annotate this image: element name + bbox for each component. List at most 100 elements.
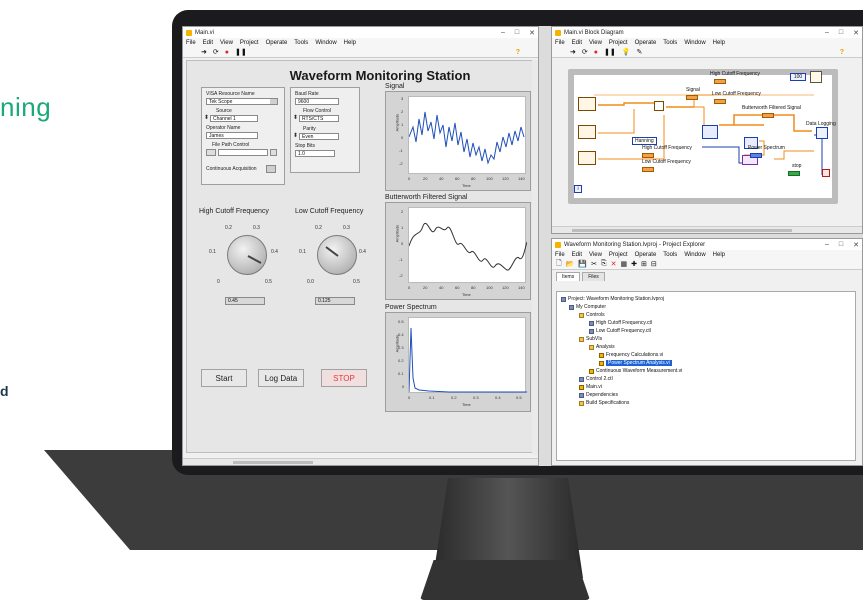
open-icon[interactable]: 📂 bbox=[566, 260, 575, 268]
help-icon[interactable]: ? bbox=[516, 49, 520, 56]
high-cutoff-local[interactable] bbox=[642, 153, 654, 158]
wait-constant[interactable]: 100 bbox=[790, 73, 806, 81]
minimize-icon[interactable]: – bbox=[825, 241, 829, 249]
parity-stepper-icon[interactable]: ⬍ bbox=[293, 132, 298, 139]
wait-ms-icon[interactable] bbox=[810, 71, 822, 83]
parity-field[interactable]: Even bbox=[299, 133, 339, 140]
continuous-toggle[interactable] bbox=[266, 165, 276, 173]
tab-items[interactable]: Items bbox=[556, 272, 581, 281]
tree-item-analysis[interactable]: Analysis bbox=[589, 344, 615, 350]
minimize-icon[interactable]: – bbox=[501, 29, 505, 37]
tree-item-continuous-waveform[interactable]: Continuous Waveform Measurement.vi bbox=[589, 368, 682, 374]
copy-icon[interactable]: ⎘ bbox=[601, 260, 607, 268]
tree-item-main-vi[interactable]: Main.vi bbox=[579, 384, 602, 390]
flow-control-field[interactable]: RTS/CTS bbox=[299, 115, 339, 122]
flow-stepper-icon[interactable]: ⬍ bbox=[293, 114, 298, 121]
chevron-down-icon[interactable] bbox=[270, 99, 277, 104]
scroll-thumb[interactable] bbox=[233, 461, 313, 464]
close-icon[interactable]: ✕ bbox=[853, 241, 859, 249]
menu-edit[interactable]: Edit bbox=[572, 252, 582, 258]
minimize-icon[interactable]: – bbox=[825, 29, 829, 37]
maximize-icon[interactable]: □ bbox=[839, 241, 843, 249]
horizontal-scrollbar[interactable] bbox=[552, 226, 862, 233]
signal-terminal[interactable] bbox=[686, 95, 698, 100]
tree-item-power-spectrum[interactable]: Power Spectrum Analysis.vi bbox=[599, 360, 672, 366]
abort-icon[interactable]: ● bbox=[594, 49, 598, 56]
pause-icon[interactable]: ❚❚ bbox=[235, 48, 247, 56]
menu-file[interactable]: File bbox=[555, 252, 565, 258]
low-cutoff-value[interactable]: 0.125 bbox=[315, 297, 355, 305]
build-waveform-node[interactable] bbox=[654, 101, 664, 111]
block-diagram-titlebar[interactable]: Main.vi Block Diagram – □ ✕ bbox=[552, 27, 862, 38]
menu-tools[interactable]: Tools bbox=[663, 252, 677, 258]
data-logging-node[interactable] bbox=[816, 127, 828, 139]
maximize-icon[interactable]: □ bbox=[515, 29, 519, 37]
baud-rate-field[interactable]: 9600 bbox=[295, 98, 339, 105]
tree-item-dependencies[interactable]: Dependencies bbox=[579, 392, 618, 398]
browse-icon[interactable] bbox=[206, 149, 216, 156]
tree-item-my-computer[interactable]: My Computer bbox=[569, 304, 606, 310]
tree-item-build-specs[interactable]: Build Specifications bbox=[579, 400, 629, 406]
tree-item-subvis[interactable]: SubVIs bbox=[579, 336, 602, 342]
save-all-icon[interactable]: 💾 bbox=[578, 260, 587, 268]
tree-item-project[interactable]: Project: Waveform Monitoring Station.lvp… bbox=[561, 296, 664, 302]
menu-window[interactable]: Window bbox=[684, 252, 705, 258]
high-cutoff-value[interactable]: 0.45 bbox=[225, 297, 265, 305]
visa-resource-select[interactable]: Tek Scope bbox=[206, 98, 278, 105]
tree-item-controls[interactable]: Controls bbox=[579, 312, 605, 318]
menu-operate[interactable]: Operate bbox=[635, 40, 657, 46]
front-panel-titlebar[interactable]: Main.vi – □ ✕ bbox=[183, 27, 538, 38]
stop-terminal[interactable] bbox=[788, 171, 800, 176]
run-arrow-icon[interactable]: ➜ bbox=[201, 48, 207, 56]
menu-view[interactable]: View bbox=[589, 40, 602, 46]
run-continuous-icon[interactable]: ⟳ bbox=[213, 48, 219, 56]
collapse-icon[interactable]: ⊟ bbox=[651, 260, 657, 268]
maximize-icon[interactable]: □ bbox=[839, 29, 843, 37]
close-icon[interactable]: ✕ bbox=[529, 29, 535, 37]
menu-help[interactable]: Help bbox=[344, 40, 356, 46]
new-icon[interactable]: 🗋 bbox=[556, 259, 562, 270]
menu-window[interactable]: Window bbox=[684, 40, 705, 46]
menu-help[interactable]: Help bbox=[713, 40, 725, 46]
butterworth-terminal[interactable] bbox=[762, 113, 774, 118]
channel-config-node[interactable] bbox=[578, 151, 596, 165]
menu-project[interactable]: Project bbox=[609, 40, 628, 46]
highlight-execution-icon[interactable]: 💡 bbox=[622, 48, 631, 56]
front-panel-window[interactable]: Main.vi – □ ✕ File Edit View Project Ope… bbox=[182, 26, 539, 466]
ellipsis-button[interactable] bbox=[270, 149, 277, 156]
stop-bits-field[interactable]: 1.0 bbox=[295, 150, 335, 157]
menu-edit[interactable]: Edit bbox=[572, 40, 582, 46]
power-spectrum-terminal[interactable] bbox=[750, 153, 762, 158]
project-explorer-window[interactable]: Waveform Monitoring Station.lvproj - Pro… bbox=[551, 238, 863, 466]
scope-config-node[interactable] bbox=[578, 125, 596, 139]
start-button[interactable]: Start bbox=[201, 369, 247, 387]
horizontal-scrollbar[interactable] bbox=[183, 458, 538, 465]
stop-button[interactable]: STOP bbox=[321, 369, 367, 387]
log-data-button[interactable]: Log Data bbox=[258, 369, 304, 387]
run-arrow-icon[interactable]: ➜ bbox=[570, 48, 576, 56]
tree-item-low-cutoff-ctl[interactable]: Low Cutoff Frequency.ctl bbox=[589, 328, 651, 334]
menu-file[interactable]: File bbox=[186, 40, 196, 46]
high-cutoff-knob[interactable] bbox=[227, 235, 267, 275]
menu-view[interactable]: View bbox=[589, 252, 602, 258]
help-icon[interactable]: ? bbox=[840, 49, 844, 56]
close-icon[interactable]: ✕ bbox=[853, 29, 859, 37]
build-icon[interactable]: ▦ bbox=[620, 260, 627, 268]
clean-diagram-icon[interactable]: ✎ bbox=[636, 48, 642, 56]
low-cutoff-terminal[interactable] bbox=[714, 99, 726, 104]
abort-icon[interactable]: ● bbox=[225, 49, 229, 56]
menu-operate[interactable]: Operate bbox=[635, 252, 657, 258]
source-field[interactable]: Channel 1 bbox=[210, 115, 258, 122]
low-cutoff-knob[interactable] bbox=[317, 235, 357, 275]
pause-icon[interactable]: ❚❚ bbox=[604, 48, 616, 56]
low-cutoff-local[interactable] bbox=[642, 167, 654, 172]
operator-field[interactable]: James bbox=[206, 132, 258, 139]
vertical-scrollbar[interactable] bbox=[532, 60, 538, 455]
window-type-select[interactable]: Hanning bbox=[632, 137, 657, 145]
cut-icon[interactable]: ✂ bbox=[591, 260, 597, 268]
menu-view[interactable]: View bbox=[220, 40, 233, 46]
run-continuous-icon[interactable]: ⟳ bbox=[582, 48, 588, 56]
high-cutoff-terminal[interactable] bbox=[714, 79, 726, 84]
scroll-thumb[interactable] bbox=[572, 229, 792, 232]
file-path-field[interactable] bbox=[218, 149, 268, 156]
